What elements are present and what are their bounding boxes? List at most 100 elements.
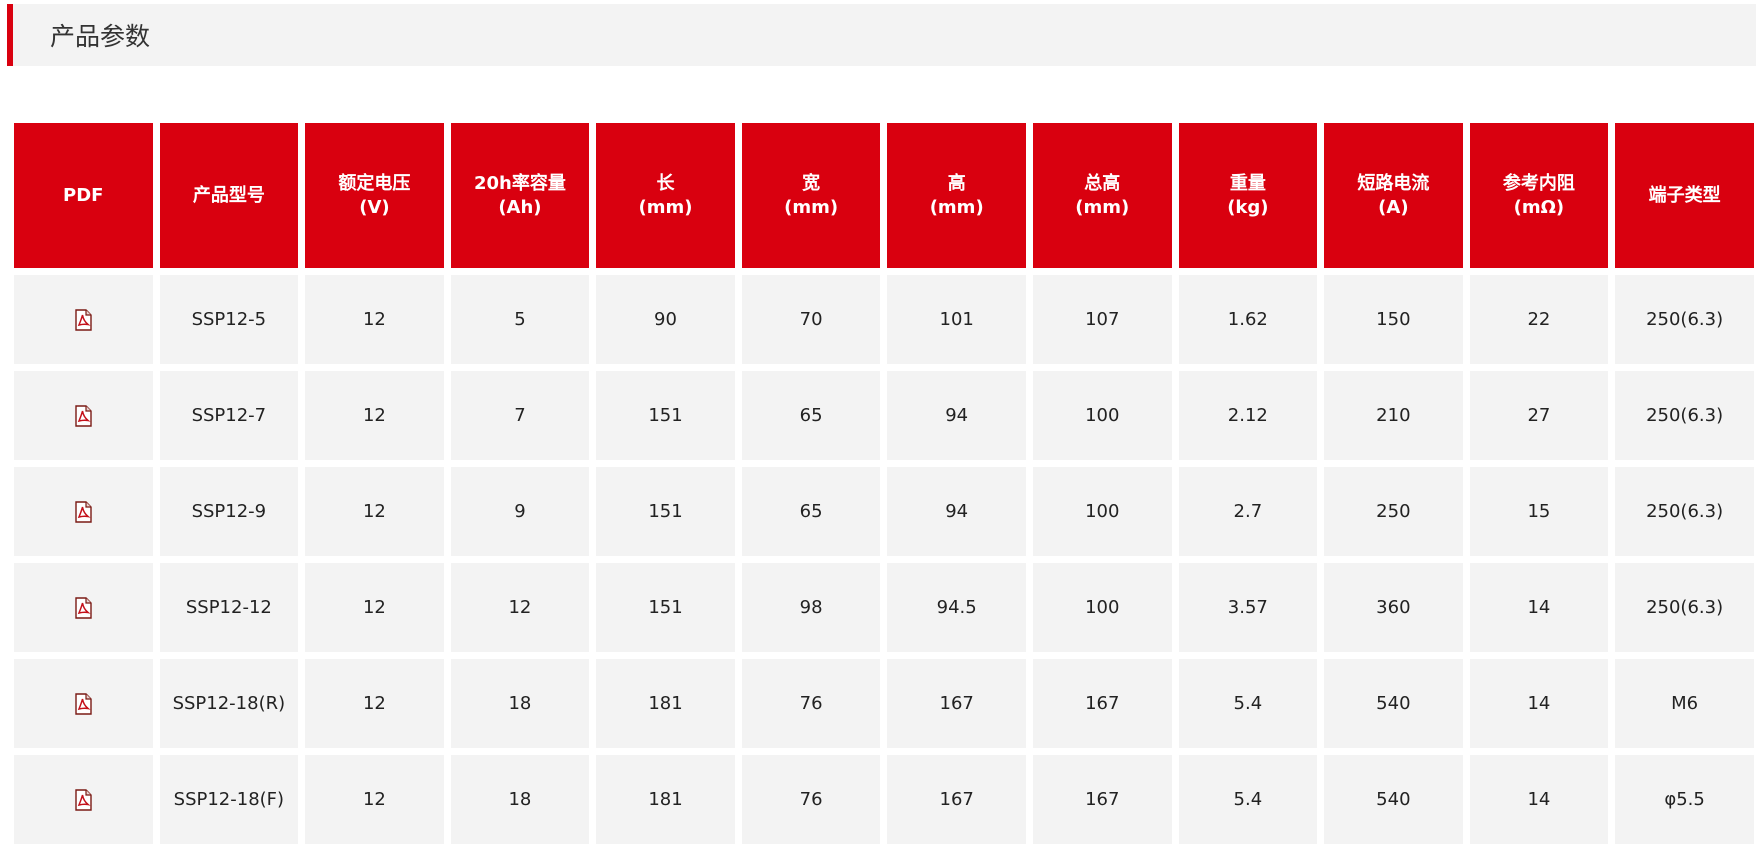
- table-cell: 1.62: [1178, 275, 1318, 364]
- column-header: 额定电压 (V): [305, 123, 444, 268]
- table-cell: 250(6.3): [1615, 563, 1754, 652]
- table-cell: 151: [596, 563, 735, 652]
- column-header-unit: (mm): [929, 196, 984, 218]
- model-cell: SSP12-5: [159, 275, 299, 364]
- table-cell: 22: [1469, 275, 1609, 364]
- table-cell: 150: [1324, 275, 1463, 364]
- table-row: SSP12-7 12 7 151 65 94 100 2.12 210 27 250(6.3): [14, 371, 1754, 460]
- column-header: 总高 (mm): [1032, 123, 1172, 268]
- column-header-label: 短路电流: [1357, 172, 1430, 194]
- pdf-cell: [14, 755, 153, 844]
- table-cell: 250(6.3): [1615, 275, 1754, 364]
- section-header: 产品参数: [7, 4, 1756, 66]
- pdf-cell: [14, 275, 153, 364]
- column-header: 高 (mm): [887, 123, 1026, 268]
- pdf-file-icon[interactable]: [73, 692, 93, 715]
- table-cell: 94: [887, 371, 1026, 460]
- table-cell: 250: [1324, 467, 1463, 556]
- table-cell: 18: [450, 755, 590, 844]
- table-cell: 540: [1324, 659, 1463, 748]
- table-cell: 167: [1032, 755, 1172, 844]
- table-cell: 167: [887, 755, 1026, 844]
- column-header-label: 高: [947, 172, 966, 194]
- table-cell: 12: [305, 755, 444, 844]
- table-cell: 5.4: [1178, 659, 1318, 748]
- table-row: SSP12-12 12 12 151 98 94.5 100 3.57 360 14 250(6.3…: [14, 563, 1754, 652]
- column-header: 参考内阻 (mΩ): [1469, 123, 1609, 268]
- column-header: 重量 (kg): [1178, 123, 1318, 268]
- pdf-cell: [14, 467, 153, 556]
- column-header-label: 产品型号: [192, 184, 265, 206]
- table-header-row: PDF 产品型号 额定电压 (V) 20h率容量 (Ah) 长 (mm) 宽 (mm) 高 (mm) 总…: [14, 123, 1754, 268]
- product-spec-table: PDF 产品型号 额定电压 (V) 20h率容量 (Ah) 长 (mm) 宽 (mm) 高 (mm) 总…: [7, 116, 1761, 845]
- table-cell: 3.57: [1178, 563, 1318, 652]
- table-cell: 167: [887, 659, 1026, 748]
- column-header-unit: (mm): [638, 196, 693, 218]
- column-header-unit: (mm): [784, 196, 839, 218]
- table-cell: 540: [1324, 755, 1463, 844]
- table-cell: 107: [1032, 275, 1172, 364]
- table-cell: 65: [741, 467, 881, 556]
- column-header-label: PDF: [63, 184, 104, 206]
- column-header-label: 参考内阻: [1502, 172, 1575, 194]
- model-cell: SSP12-18(F): [159, 755, 299, 844]
- table-body: SSP12-5 12 5 90 70 101 107 1.62 150 22 250(6.3) SSP…: [14, 275, 1754, 844]
- column-header: 长 (mm): [596, 123, 735, 268]
- pdf-cell: [14, 659, 153, 748]
- column-header-label: 额定电压: [338, 172, 411, 194]
- table-cell: 14: [1469, 755, 1609, 844]
- column-header-unit: (kg): [1227, 196, 1269, 218]
- table-cell: 94: [887, 467, 1026, 556]
- column-header-label: 重量: [1229, 172, 1266, 194]
- table-cell: 151: [596, 371, 735, 460]
- table-cell: 27: [1469, 371, 1609, 460]
- pdf-file-icon[interactable]: [73, 596, 93, 619]
- page: 产品参数 PDF 产品型号 额定电压 (V) 20h率容量 (Ah) 长 (mm) 宽 (mm) 高…: [0, 0, 1761, 845]
- table-cell: 12: [450, 563, 590, 652]
- pdf-file-icon[interactable]: [73, 404, 93, 427]
- column-header-unit: (Ah): [498, 196, 542, 218]
- table-cell: 12: [305, 371, 444, 460]
- column-header-label: 长: [656, 172, 675, 194]
- table-cell: 12: [305, 275, 444, 364]
- table-cell: 5: [450, 275, 590, 364]
- table-cell: 12: [305, 563, 444, 652]
- model-cell: SSP12-9: [159, 467, 299, 556]
- table-cell: 2.12: [1178, 371, 1318, 460]
- table-cell: 76: [741, 755, 881, 844]
- table-row: SSP12-18(R) 12 18 181 76 167 167 5.4 540 14 M6: [14, 659, 1754, 748]
- table-cell: 76: [741, 659, 881, 748]
- table-cell: 210: [1324, 371, 1463, 460]
- table-cell: 7: [450, 371, 590, 460]
- table-cell: 360: [1324, 563, 1463, 652]
- table-cell: 14: [1469, 563, 1609, 652]
- table-cell: 100: [1032, 563, 1172, 652]
- table-row: SSP12-5 12 5 90 70 101 107 1.62 150 22 250(6.3): [14, 275, 1754, 364]
- model-cell: SSP12-12: [159, 563, 299, 652]
- table-cell: 100: [1032, 371, 1172, 460]
- table-cell: 12: [305, 467, 444, 556]
- pdf-file-icon[interactable]: [73, 500, 93, 523]
- column-header: 端子类型: [1615, 123, 1754, 268]
- column-header: 短路电流 (A): [1324, 123, 1463, 268]
- pdf-file-icon[interactable]: [73, 308, 93, 331]
- column-header: 20h率容量 (Ah): [450, 123, 590, 268]
- table-cell: 94.5: [887, 563, 1026, 652]
- column-header: PDF: [14, 123, 153, 268]
- table-cell: 101: [887, 275, 1026, 364]
- table-cell: 181: [596, 755, 735, 844]
- table-row: SSP12-18(F) 12 18 181 76 167 167 5.4 540 14 φ5.5: [14, 755, 1754, 844]
- table-cell: M6: [1615, 659, 1754, 748]
- table-cell: 65: [741, 371, 881, 460]
- table-cell: 5.4: [1178, 755, 1318, 844]
- table-cell: 12: [305, 659, 444, 748]
- table-cell: 14: [1469, 659, 1609, 748]
- pdf-cell: [14, 563, 153, 652]
- column-header: 产品型号: [159, 123, 299, 268]
- model-cell: SSP12-7: [159, 371, 299, 460]
- table-cell: 151: [596, 467, 735, 556]
- table-cell: 9: [450, 467, 590, 556]
- section-title: 产品参数: [50, 22, 151, 51]
- pdf-file-icon[interactable]: [73, 788, 93, 811]
- column-header-label: 宽: [802, 172, 821, 194]
